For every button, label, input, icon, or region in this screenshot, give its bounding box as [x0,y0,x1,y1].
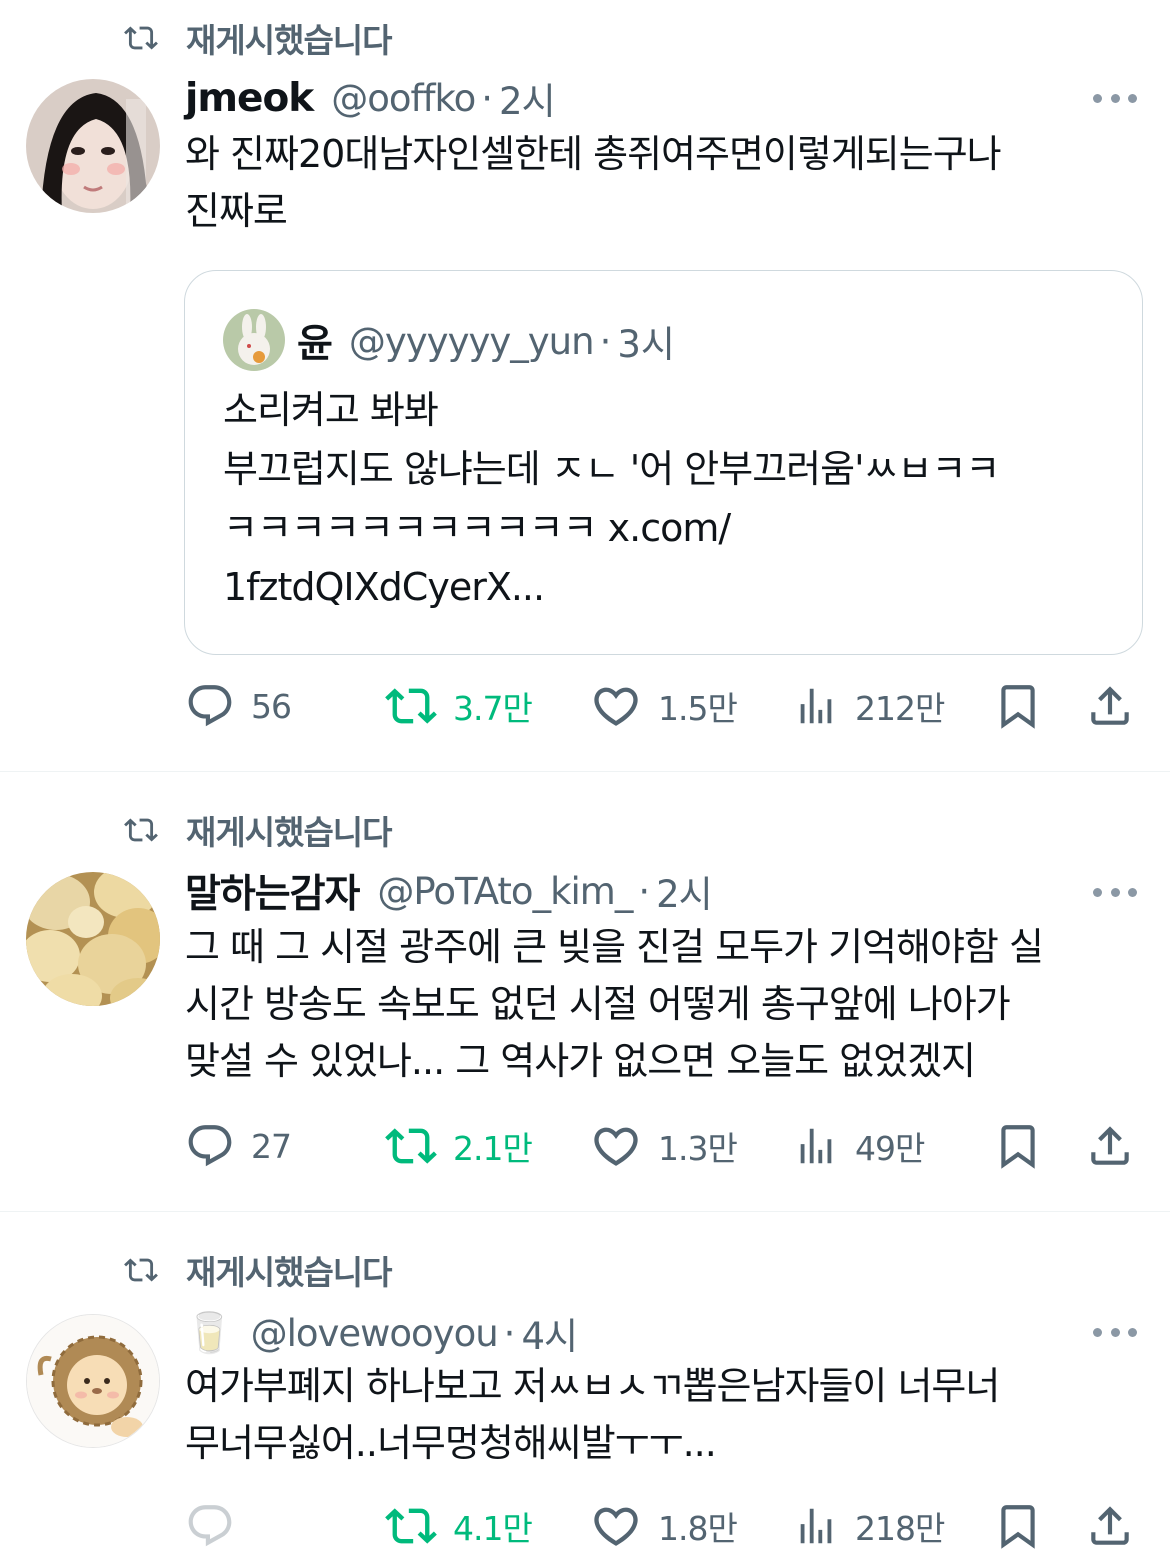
tweet-header: 🥛 @lovewooyou · 4시 [185,1308,1150,1358]
like-count: 1.3만 [658,1129,738,1168]
reply-button[interactable]: 56 [185,676,292,736]
reply-icon [185,1121,235,1171]
more-options-icon[interactable] [1093,886,1137,898]
view-count: 218만 [855,1509,945,1548]
user-handle[interactable]: @ooffko [331,77,476,120]
views-button[interactable]: 218만 [793,1496,945,1556]
timestamp[interactable]: 4시 [521,1306,578,1360]
share-icon [1085,1501,1135,1551]
repost-count: 3.7만 [453,689,533,728]
share-button[interactable] [1085,1116,1135,1176]
timestamp[interactable]: 2시 [656,864,713,918]
views-button[interactable]: 49만 [793,1116,925,1176]
bookmark-button[interactable] [993,1116,1043,1176]
heart-icon [590,680,642,732]
separator: · [599,319,612,363]
repost-button[interactable]: 4.1만 [385,1496,533,1556]
like-button[interactable]: 1.8만 [590,1496,738,1556]
repost-icon [120,21,166,55]
quote-text: 소리켜고 봐봐 부끄럽지도 않냐는데 ㅈㄴ '어 안부끄러움'ㅆㅂㅋㅋ ㅋㅋㅋㅋ… [223,388,1000,609]
repost-count: 4.1만 [453,1509,533,1548]
repost-button[interactable]: 2.1만 [385,1116,533,1176]
views-icon [793,1503,839,1549]
reply-count: 56 [251,686,292,726]
more-options-icon[interactable] [1093,92,1137,104]
action-bar: 27 2.1만 1.3만 49만 [185,1116,1145,1176]
share-icon [1085,1121,1135,1171]
repost-label: 재게시했습니다 [186,1253,393,1292]
like-button[interactable]: 1.5만 [590,676,738,736]
reply-icon [185,1501,235,1551]
separator: · [481,76,494,120]
share-button[interactable] [1085,1496,1135,1556]
tweet-1[interactable]: 재게시했습니다 jmeok @ooffko · 2시 와 진짜20대남자인셀한테… [0,0,1170,770]
repost-label: 재게시했습니다 [186,21,393,60]
like-count: 1.8만 [658,1509,738,1548]
tweet-text: 와 진짜20대남자인셀한테 총쥐여주면이렇게되는구나 진짜로 [185,132,1002,233]
quote-timestamp: 3시 [617,323,675,366]
avatar[interactable] [26,79,160,213]
tweet-text: 그 때 그 시절 광주에 큰 빚을 진걸 모두가 기억해야함 실 시간 방송도 … [185,925,1044,1083]
user-handle[interactable]: @lovewooyou [251,1312,499,1355]
tweet-header: jmeok @ooffko · 2시 [185,71,1150,125]
quote-avatar [223,309,285,371]
tweet-text: 여가부폐지 하나보고 저ㅆㅂㅅㄲ뽑은남자들이 너무너 무너무싫어..너무멍청해씨… [185,1364,1000,1465]
views-icon [793,683,839,729]
share-icon [1085,681,1135,731]
timestamp[interactable]: 2시 [499,71,556,125]
repost-indicator: 재게시했습니다 [120,18,393,60]
reply-button[interactable] [185,1496,251,1556]
share-button[interactable] [1085,676,1135,736]
display-name[interactable]: jmeok [185,76,314,121]
repost-icon [385,680,437,732]
quote-display-name: 윤 [297,322,333,367]
tweet-2[interactable]: 재게시했습니다 말하는감자 @PoTAto_kim_ · 2시 그 때 그 시절… [0,772,1170,1210]
quote-header: 윤 @yyyyyy_yun · 3시 [297,313,675,369]
bookmark-icon [993,681,1043,731]
repost-label: 재게시했습니다 [186,813,393,852]
avatar[interactable] [26,872,160,1006]
action-bar: 4.1만 1.8만 218만 [185,1496,1145,1556]
repost-icon [385,1120,437,1172]
avatar[interactable] [26,1314,160,1448]
repost-button[interactable]: 3.7만 [385,676,533,736]
repost-count: 2.1만 [453,1129,533,1168]
separator: · [638,869,651,913]
repost-indicator: 재게시했습니다 [120,810,393,852]
bookmark-button[interactable] [993,676,1043,736]
bookmark-button[interactable] [993,1496,1043,1556]
quoted-tweet[interactable]: 윤 @yyyyyy_yun · 3시 소리켜고 봐봐 부끄럽지도 않냐는데 ㅈㄴ… [184,270,1143,655]
reply-button[interactable]: 27 [185,1116,292,1176]
repost-indicator: 재게시했습니다 [120,1250,393,1292]
view-count: 212만 [855,689,945,728]
heart-icon [590,1120,642,1172]
display-name[interactable]: 말하는감자 [185,863,360,919]
views-icon [793,1123,839,1169]
like-count: 1.5만 [658,689,738,728]
bookmark-icon [993,1121,1043,1171]
user-handle[interactable]: @PoTAto_kim_ [377,870,633,913]
views-button[interactable]: 212만 [793,676,945,736]
more-options-icon[interactable] [1093,1326,1137,1338]
like-button[interactable]: 1.3만 [590,1116,738,1176]
tweet-header: 말하는감자 @PoTAto_kim_ · 2시 [185,863,1150,919]
bookmark-icon [993,1501,1043,1551]
tweet-3[interactable]: 재게시했습니다 🥛 @lovewooyou · 4시 여가부폐지 하나보고 저ㅆ… [0,1212,1170,1564]
action-bar: 56 3.7만 1.5만 212만 [185,676,1145,736]
repost-icon [120,813,166,847]
repost-icon [385,1500,437,1552]
repost-icon [120,1253,166,1287]
display-name[interactable]: 🥛 [185,1310,234,1356]
reply-icon [185,681,235,731]
view-count: 49만 [855,1129,925,1168]
quote-user-handle: @yyyyyy_yun [348,319,595,363]
heart-icon [590,1500,642,1552]
separator: · [503,1311,516,1355]
reply-count: 27 [251,1126,292,1166]
